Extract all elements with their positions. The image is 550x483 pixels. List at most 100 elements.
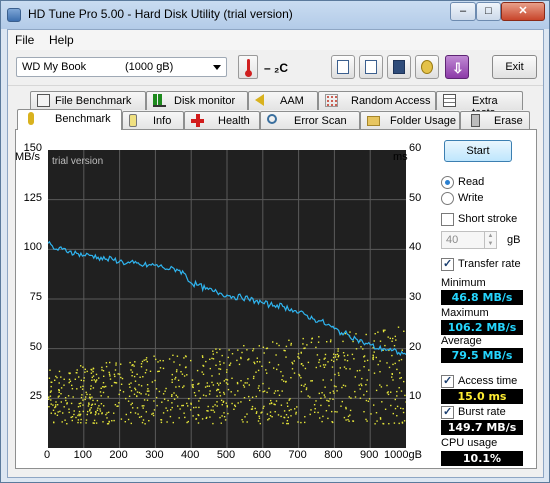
access-time-point (138, 416, 141, 418)
access-time-point (165, 407, 167, 409)
read-radio[interactable] (441, 176, 454, 189)
access-time-point (265, 369, 267, 371)
access-time-point (266, 413, 269, 415)
access-time-point (349, 409, 352, 412)
access-time-point (221, 404, 223, 406)
transfer-rate-checkbox[interactable] (441, 257, 454, 271)
access-time-point (113, 412, 115, 414)
access-time-point (90, 385, 92, 387)
access-time-point (73, 413, 75, 416)
access-time-point (208, 393, 211, 395)
short-stroke-stepper[interactable]: 40 ▲ ▼ (441, 231, 497, 249)
download-button[interactable]: ⇩ (445, 55, 469, 79)
access-time-point (109, 361, 111, 364)
access-time-point (182, 404, 184, 407)
burst-rate-checkbox[interactable] (441, 405, 454, 419)
access-time-point (75, 372, 77, 374)
access-time-point (269, 415, 272, 417)
access-time-point (276, 368, 278, 371)
title-bar[interactable]: HD Tune Pro 5.00 - Hard Disk Utility (tr… (1, 1, 549, 29)
access-time-point (400, 377, 402, 379)
access-time-point (212, 384, 215, 386)
access-time-checkbox[interactable] (441, 374, 454, 388)
access-time-point (390, 404, 392, 407)
access-time-point (80, 386, 82, 388)
access-time-point (77, 406, 80, 408)
tab-health[interactable]: Health (184, 111, 260, 130)
access-time-point (358, 384, 360, 386)
access-time-point (227, 388, 230, 391)
access-time-point (226, 369, 228, 371)
copy-screenshot-button[interactable] (359, 55, 383, 79)
access-time-point (256, 411, 258, 413)
access-time-point (391, 373, 393, 375)
access-time-point (80, 365, 82, 367)
access-time-point (219, 368, 222, 370)
access-time-point (108, 373, 111, 375)
access-time-point (398, 422, 400, 425)
access-time-point (244, 416, 246, 418)
access-time-point (332, 398, 334, 400)
save-button[interactable] (387, 55, 411, 79)
access-time-point (289, 398, 291, 400)
access-time-point (295, 411, 297, 414)
short-stroke-checkbox[interactable] (441, 213, 454, 226)
access-time-point (247, 378, 249, 380)
access-time-point (124, 421, 126, 423)
copy-info-button[interactable] (331, 55, 355, 79)
access-time-point (70, 402, 73, 405)
tab-folder-usage[interactable]: Folder Usage (360, 111, 460, 130)
access-time-point (396, 395, 398, 397)
access-time-point (277, 364, 280, 366)
access-time-point (262, 346, 265, 348)
access-time-point (258, 417, 261, 419)
tab-erase[interactable]: Erase (460, 111, 530, 130)
tab-random-access[interactable]: Random Access (318, 91, 436, 110)
access-time-point (273, 392, 276, 394)
stepper-up-icon[interactable]: ▲ (484, 232, 496, 240)
menu-file[interactable]: File (15, 33, 34, 47)
access-time-point (63, 406, 65, 408)
access-time-point (130, 369, 132, 371)
start-button[interactable]: Start (444, 140, 512, 162)
stepper-down-icon[interactable]: ▼ (484, 240, 496, 248)
access-time-point (247, 359, 249, 361)
access-time-point (215, 364, 217, 366)
exit-button[interactable]: Exit (492, 55, 537, 79)
access-time-point (252, 348, 255, 350)
access-time-point (90, 388, 92, 390)
tab-error-scan[interactable]: Error Scan (260, 111, 360, 130)
access-time-point (99, 391, 102, 393)
access-time-point (278, 344, 280, 347)
options-button[interactable] (415, 55, 439, 79)
access-time-point (214, 404, 216, 406)
access-time-point (173, 392, 175, 394)
tab-file-benchmark[interactable]: File Benchmark (30, 91, 146, 110)
access-time-point (113, 419, 115, 422)
access-time-point (81, 394, 83, 396)
y-tick-left: 150 (23, 142, 42, 154)
access-time-point (328, 400, 330, 402)
access-time-point (89, 393, 91, 396)
write-radio[interactable] (441, 192, 454, 205)
tab-info[interactable]: Info (122, 111, 184, 130)
tab-aam[interactable]: AAM (248, 91, 318, 110)
access-time-point (102, 370, 105, 372)
tab-disk-monitor[interactable]: Disk monitor (146, 91, 248, 110)
access-time-point (230, 391, 232, 393)
drive-select[interactable]: WD My Book (1000 gB) (16, 57, 227, 77)
tab-extra-tests[interactable]: Extra tests (436, 91, 523, 119)
maximize-button[interactable]: □ (476, 2, 501, 21)
access-time-point (99, 408, 101, 410)
access-time-point (290, 377, 292, 379)
access-time-point (58, 382, 60, 384)
tab-benchmark[interactable]: Benchmark (17, 109, 122, 130)
menu-help[interactable]: Help (49, 33, 74, 47)
access-time-point (115, 362, 117, 364)
minimize-button[interactable]: – (450, 2, 476, 21)
access-time-point (394, 398, 396, 401)
access-time-point (326, 341, 328, 343)
access-time-point (187, 420, 189, 423)
drive-size: (1000 gB) (125, 61, 174, 73)
close-button[interactable]: ✕ (501, 2, 545, 21)
